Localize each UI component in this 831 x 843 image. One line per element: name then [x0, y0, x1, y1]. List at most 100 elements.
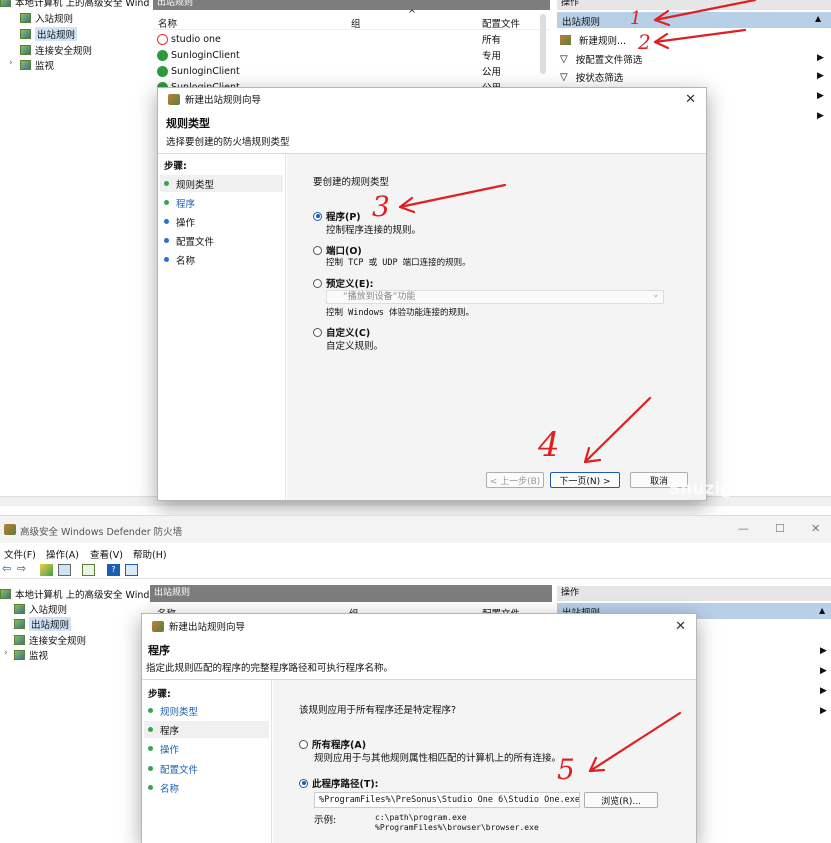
blocked-icon	[157, 33, 168, 45]
option-predefined-desc: 控制 Windows 体验功能连接的规则。	[326, 308, 475, 318]
option-predefined[interactable]: 预定义(E):	[313, 276, 373, 290]
console-tree-icon[interactable]	[58, 564, 71, 576]
close-icon[interactable]: ✕	[675, 619, 686, 634]
dialog-header: 程序 指定此规则匹配的程序的完整程序路径和可执行程序名称。	[142, 638, 696, 680]
menu-action[interactable]: 操作(A)	[46, 547, 79, 561]
bottom-screenshot: 高级安全 Windows Defender 防火墙 — ☐ ✕ 文件(F) 操作…	[0, 515, 831, 843]
column-profile[interactable]: 配置文件	[482, 16, 520, 30]
option-program[interactable]: 程序(P)	[313, 209, 361, 223]
column-group[interactable]: 组	[351, 16, 361, 30]
menu-help[interactable]: 帮助(H)	[133, 547, 167, 561]
dialog-subheading: 指定此规则匹配的程序的完整程序路径和可执行程序名称。	[146, 663, 394, 674]
new-rule-action[interactable]: 新建规则...	[560, 32, 626, 48]
tree-item-monitor[interactable]: 监视	[20, 57, 54, 72]
option-all-programs-desc: 规则应用于与其他规则属性相匹配的计算机上的所有连接。	[314, 753, 562, 764]
menu-view[interactable]: 查看(V)	[90, 547, 123, 561]
step-dot-icon	[164, 181, 169, 186]
step-dot-icon	[164, 257, 169, 262]
filter-profile-action[interactable]: ▽ 按配置文件筛选	[560, 51, 642, 67]
step-rule-type[interactable]: 规则类型	[144, 702, 269, 719]
example-2: %ProgramFiles%\browser\browser.exe	[375, 823, 539, 832]
step-rule-type[interactable]: 规则类型	[160, 175, 283, 192]
menu-file[interactable]: 文件(F)	[4, 547, 36, 561]
step-action[interactable]: 操作	[160, 213, 283, 230]
browse-button[interactable]: 浏览(R)...	[584, 792, 658, 808]
rule-row[interactable]: SunloginClient	[157, 47, 240, 63]
rule-row[interactable]: SunloginClient	[157, 63, 240, 79]
rule-row[interactable]: studio one	[157, 31, 221, 47]
middle-panel-header: 出站规则	[153, 0, 550, 10]
option-program-desc: 控制程序连接的规则。	[326, 225, 422, 236]
step-program[interactable]: 程序	[144, 721, 269, 738]
back-arrow-icon[interactable]: ⇦	[2, 562, 11, 575]
firewall-icon	[0, 588, 11, 599]
steps-panel: 步骤: 规则类型 程序 操作 配置文件 名称	[158, 154, 286, 500]
option-all-programs[interactable]: 所有程序(A)	[299, 737, 366, 751]
dialog-subheading: 选择要创建的防火墙规则类型	[166, 137, 290, 148]
middle-panel-header: 出站规则	[150, 585, 552, 602]
step-action[interactable]: 操作	[144, 740, 269, 757]
collapse-icon[interactable]: ▲	[819, 606, 825, 615]
predefined-select[interactable]: “播放到设备”功能	[326, 290, 664, 304]
properties-icon[interactable]	[125, 564, 138, 576]
chevron-right-icon[interactable]: ›	[4, 648, 8, 658]
tree-item-connection-security[interactable]: 连接安全规则	[20, 42, 92, 57]
next-button[interactable]: 下一页(N) >	[550, 472, 620, 488]
step-profile[interactable]: 配置文件	[144, 760, 269, 777]
step-name[interactable]: 名称	[160, 251, 283, 268]
step-dot-icon	[148, 708, 153, 713]
tree-item-inbound[interactable]: 入站规则	[14, 601, 67, 616]
step-dot-icon	[164, 219, 169, 224]
chevron-right-icon[interactable]: ›	[9, 58, 13, 68]
minimize-icon[interactable]: —	[738, 522, 749, 535]
filter-icon: ▽	[560, 71, 568, 83]
tree-item-outbound[interactable]: 出站规则	[20, 26, 78, 41]
tree-item-outbound[interactable]: 出站规则	[14, 616, 72, 631]
filter-state-action[interactable]: ▽ 按状态筛选	[560, 69, 623, 85]
step-profile[interactable]: 配置文件	[160, 232, 283, 249]
app-titlebar: 高级安全 Windows Defender 防火墙 — ☐ ✕	[0, 516, 831, 543]
up-folder-icon[interactable]	[40, 564, 53, 576]
step-name[interactable]: 名称	[144, 779, 269, 796]
content-panel: 要创建的规则类型 程序(P) 控制程序连接的规则。 端口(O) 控制 TCP 或…	[287, 154, 706, 500]
chevron-down-icon: ⌄	[652, 290, 660, 300]
export-list-icon[interactable]	[82, 564, 95, 576]
help-icon[interactable]: ?	[107, 564, 120, 576]
forward-arrow-icon[interactable]: ⇨	[17, 562, 26, 575]
prompt-text: 该规则应用于所有程序还是特定程序?	[299, 705, 457, 716]
prompt-text: 要创建的规则类型	[313, 177, 390, 188]
app-title: 高级安全 Windows Defender 防火墙	[20, 527, 183, 538]
option-this-path[interactable]: 此程序路径(T):	[299, 776, 378, 790]
program-path-input[interactable]: %ProgramFiles%\PreSonus\Studio One 6\Stu…	[314, 792, 580, 808]
tree-item-inbound[interactable]: 入站规则	[20, 10, 73, 25]
example-1: c:\path\program.exe	[375, 813, 467, 822]
scrollbar[interactable]	[540, 14, 546, 74]
radio-icon	[299, 739, 308, 749]
close-icon[interactable]: ✕	[685, 92, 696, 107]
watermark: Shuzigu...	[668, 479, 764, 499]
step-dot-icon	[148, 766, 153, 771]
step-program[interactable]: 程序	[160, 194, 283, 211]
submenu-arrow-icon: ▶	[817, 53, 824, 63]
maximize-icon[interactable]: ☐	[775, 522, 785, 535]
tree-item-monitor[interactable]: 监视	[14, 647, 48, 662]
submenu-arrow-icon: ▶	[820, 666, 827, 676]
rule-row-profile: 所有	[482, 35, 502, 46]
inbound-rules-icon	[20, 12, 31, 23]
option-custom[interactable]: 自定义(C)	[313, 325, 370, 339]
column-name[interactable]: 名称	[158, 16, 177, 30]
steps-title: 步骤:	[164, 161, 187, 172]
actions-section-label: 出站规则	[562, 17, 601, 28]
tree-root[interactable]: 本地计算机 上的高级安全 Wind	[0, 0, 149, 9]
radio-icon	[313, 327, 322, 337]
tree-root[interactable]: 本地计算机 上的高级安全 Wind	[0, 586, 149, 601]
rule-row-profile: 专用	[482, 51, 502, 62]
tree-item-connection-security[interactable]: 连接安全规则	[14, 632, 86, 647]
collapse-icon[interactable]: ▲	[815, 14, 821, 23]
option-port[interactable]: 端口(O)	[313, 243, 362, 257]
monitor-icon	[14, 649, 25, 660]
step-dot-icon	[148, 785, 153, 790]
annotation-arrow-2	[653, 28, 747, 44]
back-button[interactable]: < 上一步(B)	[486, 472, 544, 488]
close-icon[interactable]: ✕	[811, 522, 820, 535]
